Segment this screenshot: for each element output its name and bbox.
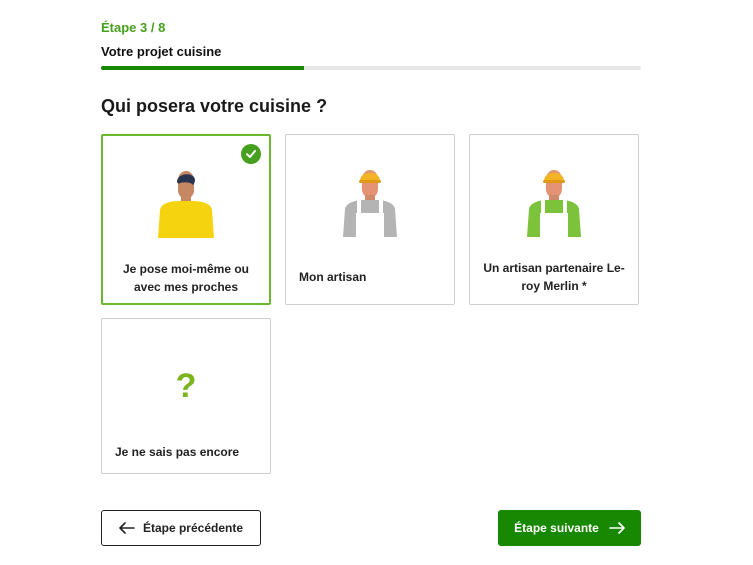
worker-gray-helmet-icon	[343, 170, 397, 237]
worker-green-helmet-icon	[527, 170, 581, 237]
check-icon	[241, 144, 261, 164]
option-label: Je ne sais pas encore	[115, 445, 240, 459]
step-title: Votre projet cuisine	[101, 44, 222, 59]
next-step-label: Étape suivante	[514, 521, 599, 535]
person-yellow-shirt-icon	[158, 171, 214, 238]
option-label: Un artisan partenaire Le-roy Merlin *	[483, 261, 625, 293]
arrow-right-icon	[609, 522, 625, 534]
option-card-unknown[interactable]: ? Je ne sais pas encore	[101, 318, 271, 474]
previous-step-label: Étape précédente	[142, 521, 244, 535]
progress-fill	[101, 66, 304, 70]
question-title: Qui posera votre cuisine ?	[101, 96, 328, 116]
question-mark-icon: ?	[175, 367, 197, 405]
option-card-partner-artisan[interactable]: Un artisan partenaire Le-roy Merlin *	[469, 134, 639, 305]
option-label: Je pose moi-même ou avec mes proches	[122, 262, 250, 294]
next-step-button[interactable]: Étape suivante	[498, 510, 641, 546]
previous-step-button[interactable]: Étape précédente	[101, 510, 261, 546]
progress-bar	[101, 66, 641, 70]
option-card-my-artisan[interactable]: Mon artisan	[285, 134, 455, 305]
step-count: Étape 3 / 8	[101, 20, 166, 35]
option-card-self[interactable]: Je pose moi-même ou avec mes proches	[101, 134, 271, 305]
option-label: Mon artisan	[299, 270, 367, 284]
arrow-left-icon	[119, 522, 135, 534]
